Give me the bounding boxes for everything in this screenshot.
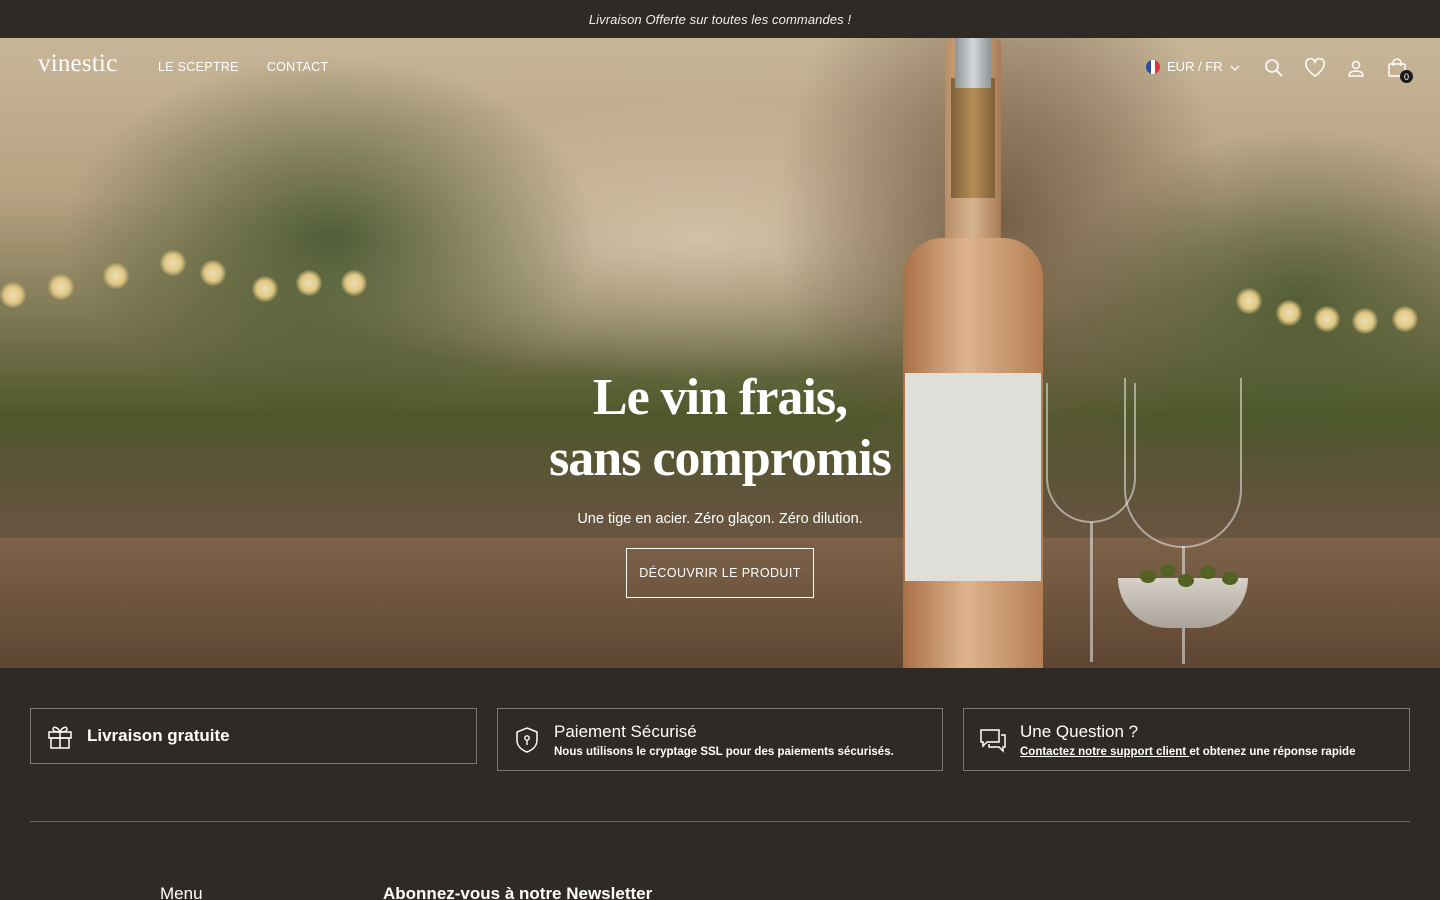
main-nav: LE SCEPTRE CONTACT — [158, 60, 328, 74]
feature-title: Une Question ? — [1020, 721, 1139, 741]
france-flag-icon — [1146, 59, 1160, 74]
chevron-down-icon — [1230, 59, 1240, 74]
nav-item-le-sceptre[interactable]: LE SCEPTRE — [158, 60, 239, 74]
feature-description-rest: et obtenez une réponse rapide — [1189, 745, 1356, 758]
hero-title: Le vin frais, sans compromis — [0, 367, 1440, 489]
chat-icon — [978, 725, 1008, 755]
footer-divider — [30, 821, 1410, 822]
hero-subtitle: Une tige en acier. Zéro glaçon. Zéro dil… — [577, 511, 863, 527]
hero-title-line-1: Le vin frais, — [592, 369, 848, 426]
contact-support-link[interactable]: Contactez notre support client — [1020, 746, 1189, 758]
user-icon[interactable] — [1344, 56, 1368, 80]
hero-content: Le vin frais, sans compromis Une tige en… — [0, 367, 1440, 527]
feature-secure-payment: Paiement Sécurisé Nous utilisons le cryp… — [497, 708, 943, 771]
announcement-bar: Livraison Offerte sur toutes les command… — [0, 0, 1440, 38]
cart-count-badge: 0 — [1400, 70, 1413, 83]
hero-title-line-2: sans compromis — [549, 430, 892, 487]
feature-free-shipping: Livraison gratuite — [30, 708, 477, 764]
feature-description: Nous utilisons le cryptage SSL pour des … — [554, 745, 894, 758]
site-logo[interactable]: vinestic — [38, 50, 117, 78]
announcement-text: Livraison Offerte sur toutes les command… — [588, 11, 852, 27]
site-header: vinestic LE SCEPTRE CONTACT EUR / FR 0 — [0, 38, 1440, 98]
shopping-bag-icon[interactable]: 0 — [1385, 56, 1413, 83]
currency-language-selector[interactable]: EUR / FR — [1146, 59, 1240, 74]
footer-newsletter-heading: Abonnez-vous à notre Newsletter — [383, 884, 653, 900]
footer-menu-heading: Menu — [160, 884, 203, 900]
feature-question: Une Question ? Contactez notre support c… — [963, 708, 1410, 771]
search-icon[interactable] — [1262, 56, 1286, 80]
discover-product-button[interactable]: DÉCOUVRIR LE PRODUIT — [626, 548, 814, 598]
feature-title: Livraison gratuite — [87, 726, 230, 745]
feature-title: Paiement Sécurisé — [554, 721, 697, 741]
gift-icon — [45, 721, 75, 751]
nav-item-contact[interactable]: CONTACT — [267, 60, 329, 74]
feature-description: Contactez notre support client et obtene… — [1020, 746, 1355, 758]
heart-icon[interactable] — [1303, 56, 1327, 80]
shield-icon — [512, 725, 542, 755]
locale-label: EUR / FR — [1167, 59, 1223, 74]
